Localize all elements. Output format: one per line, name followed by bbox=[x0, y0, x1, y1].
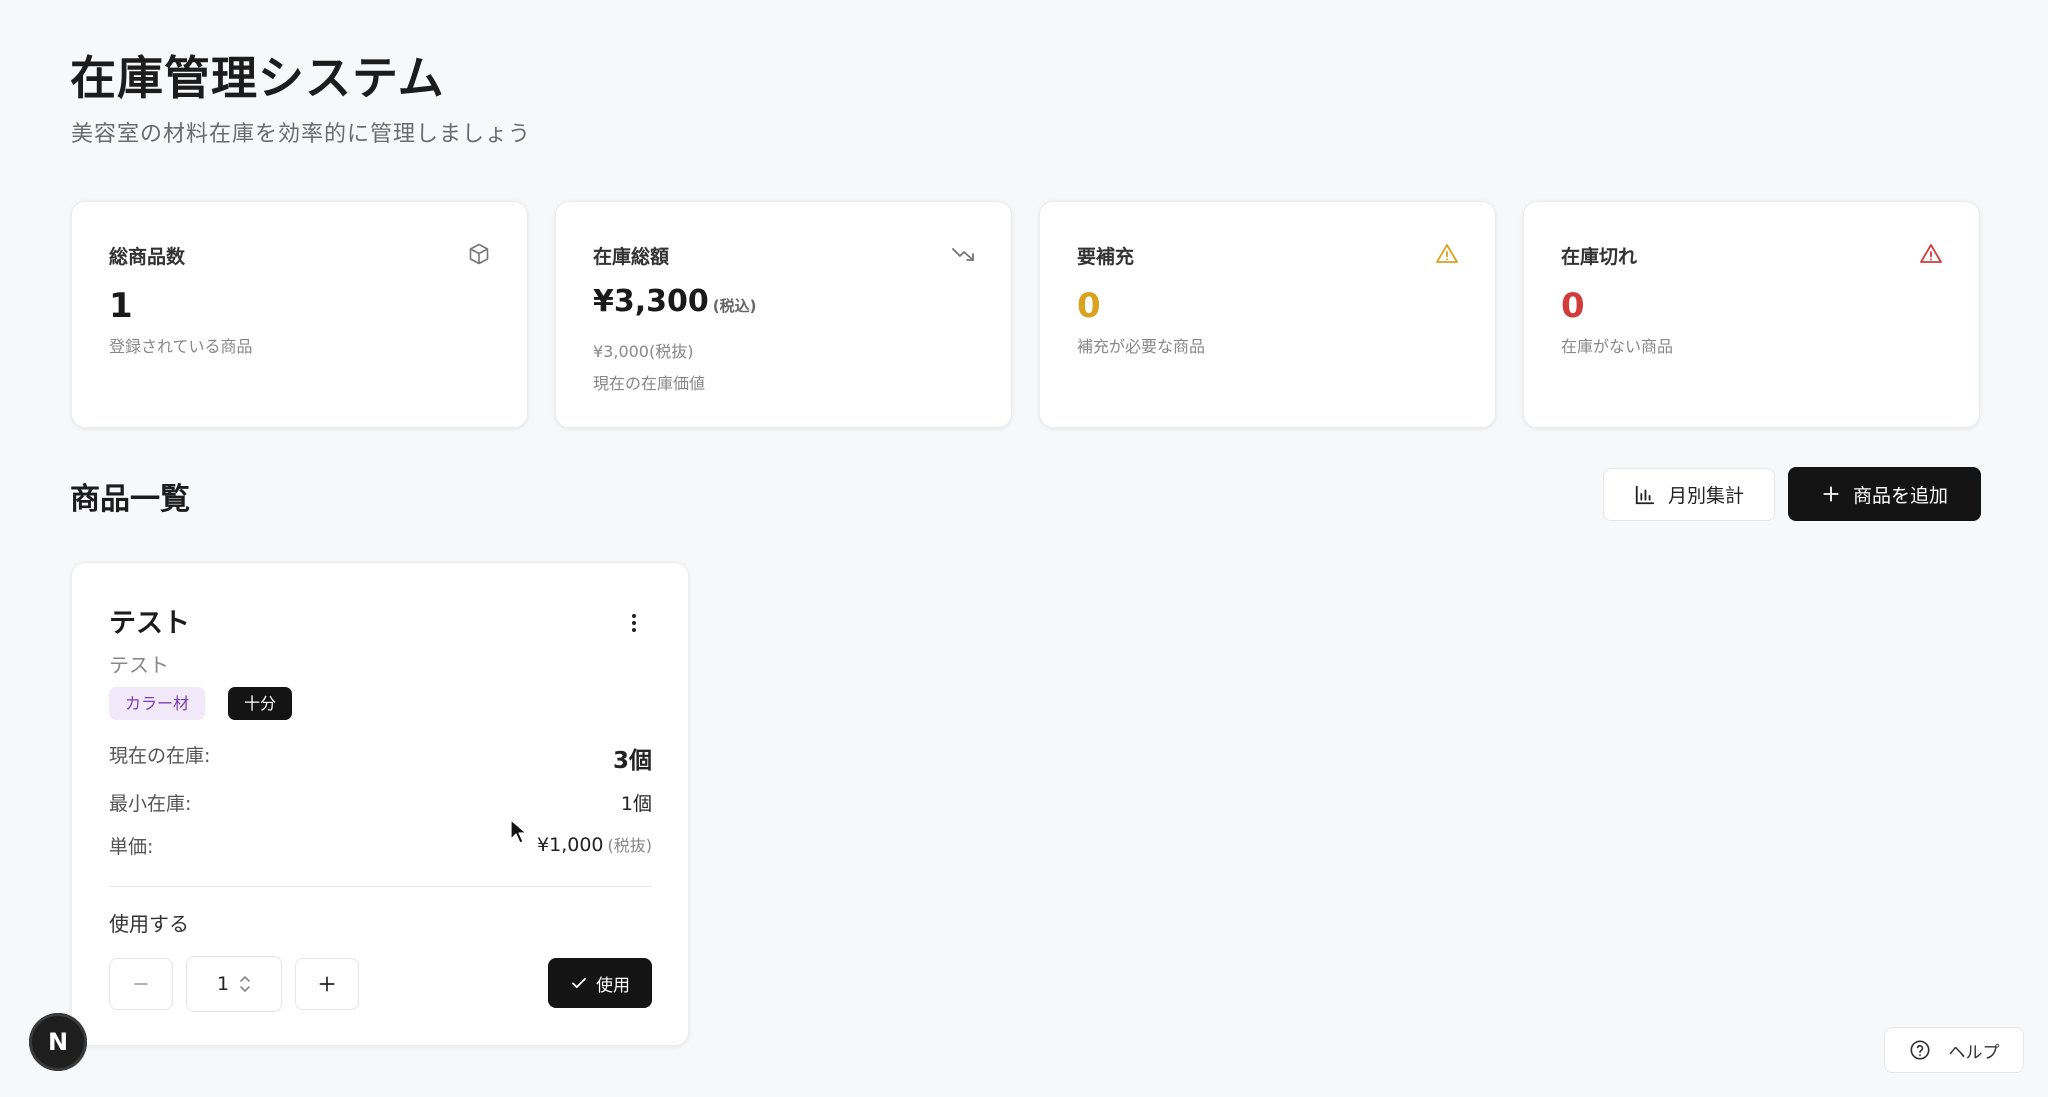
stat-caption: 登録されている商品 bbox=[109, 337, 253, 356]
help-circle-icon bbox=[1909, 1040, 1930, 1060]
stat-card-out-of-stock: 在庫切れ 0 在庫がない商品 bbox=[1523, 201, 1980, 428]
warning-icon bbox=[1436, 244, 1458, 263]
add-product-button[interactable]: 商品を追加 bbox=[1788, 467, 1981, 521]
plus-icon bbox=[1823, 486, 1839, 502]
page-subtitle: 美容室の材料在庫を効率的に管理しましょう bbox=[71, 122, 532, 147]
stat-caption: 補充が必要な商品 bbox=[1077, 337, 1206, 356]
more-vertical-icon[interactable] bbox=[622, 611, 646, 635]
use-button-label: 使用 bbox=[596, 975, 630, 996]
increase-quantity-button[interactable] bbox=[295, 958, 359, 1010]
quantity-value: 1 bbox=[216, 973, 230, 995]
use-section-label: 使用する bbox=[109, 912, 189, 936]
unit-price-value: ¥1,000 (税抜) bbox=[537, 832, 652, 856]
current-stock-label: 現在の在庫: bbox=[109, 745, 211, 767]
stat-value-amount: ¥3,300 bbox=[593, 284, 709, 319]
category-badge: カラー材 bbox=[109, 687, 206, 720]
min-stock-value: 1個 bbox=[620, 793, 652, 815]
bar-chart-icon bbox=[1635, 485, 1655, 504]
stat-value: ¥3,300 (税込) bbox=[593, 284, 757, 319]
mouse-cursor-icon bbox=[510, 819, 527, 844]
inventory-page: 在庫管理システム 美容室の材料在庫を効率的に管理しましょう 総商品数 1 登録さ… bbox=[0, 0, 2048, 1097]
product-list-title: 商品一覧 bbox=[70, 482, 190, 517]
check-icon bbox=[572, 977, 586, 989]
stat-caption: 現在の在庫価値 bbox=[593, 374, 706, 393]
min-stock-label: 最小在庫: bbox=[109, 793, 192, 815]
help-label: ヘルプ bbox=[1948, 1042, 2000, 1063]
unit-price-amount: ¥1,000 bbox=[537, 834, 604, 856]
stat-card-inventory-value: 在庫総額 ¥3,300 (税込) ¥3,000(税抜) 現在の在庫価値 bbox=[555, 201, 1012, 428]
use-button[interactable]: 使用 bbox=[548, 958, 652, 1008]
stat-caption-pre-tax: ¥3,000(税抜) bbox=[593, 342, 694, 361]
divider bbox=[109, 886, 652, 887]
help-button[interactable]: ヘルプ bbox=[1884, 1027, 2024, 1073]
stat-label: 在庫総額 bbox=[593, 246, 670, 268]
stat-value: 0 bbox=[1077, 286, 1101, 326]
badge-letter: N bbox=[47, 1028, 69, 1056]
stat-label: 総商品数 bbox=[109, 246, 186, 268]
dev-tools-badge[interactable]: N bbox=[29, 1013, 87, 1071]
stat-card-total-products: 総商品数 1 登録されている商品 bbox=[71, 201, 528, 428]
product-description: テスト bbox=[109, 653, 169, 677]
alert-triangle-icon bbox=[1920, 244, 1942, 263]
stat-card-needs-restock: 要補充 0 補充が必要な商品 bbox=[1039, 201, 1496, 428]
tax-note: (税抜) bbox=[607, 836, 653, 855]
unit-price-label: 単価: bbox=[109, 836, 154, 858]
product-name: テスト bbox=[109, 608, 190, 639]
monthly-summary-label: 月別集計 bbox=[1667, 485, 1744, 507]
stat-label: 在庫切れ bbox=[1561, 246, 1638, 268]
monthly-summary-button[interactable]: 月別集計 bbox=[1603, 468, 1775, 521]
add-product-label: 商品を追加 bbox=[1852, 484, 1948, 507]
product-card: テスト テスト カラー材 十分 現在の在庫: 3個 最小在庫: 1個 単価: ¥… bbox=[71, 562, 689, 1046]
status-badge: 十分 bbox=[228, 687, 293, 720]
decrease-quantity-button[interactable] bbox=[109, 958, 173, 1010]
trending-down-icon bbox=[952, 248, 974, 261]
stat-caption: 在庫がない商品 bbox=[1561, 337, 1674, 356]
minus-icon bbox=[134, 983, 148, 985]
tax-note: (税込) bbox=[712, 297, 757, 315]
stat-value: 1 bbox=[109, 286, 133, 326]
current-stock-value: 3個 bbox=[612, 748, 652, 774]
page-title: 在庫管理システム bbox=[70, 51, 445, 105]
quantity-stepper[interactable]: 1 bbox=[186, 956, 282, 1012]
cube-icon bbox=[469, 243, 489, 265]
stat-label: 要補充 bbox=[1077, 246, 1135, 268]
stat-value: 0 bbox=[1561, 286, 1585, 326]
spinner-arrows-icon[interactable] bbox=[239, 973, 251, 995]
plus-icon bbox=[319, 976, 335, 992]
